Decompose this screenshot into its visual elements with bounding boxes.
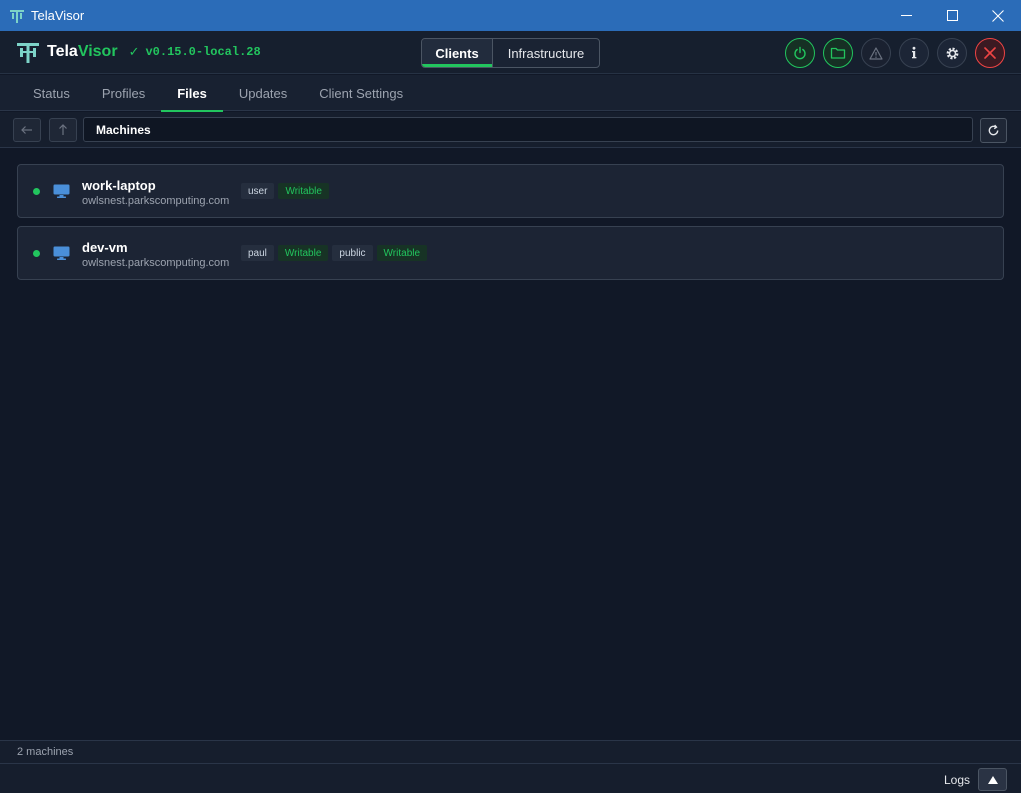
header-actions	[785, 38, 1005, 68]
share-name-tag: paul	[241, 245, 274, 261]
logs-label[interactable]: Logs	[944, 773, 970, 787]
mode-switch: Clients Infrastructure	[421, 38, 600, 68]
minimize-icon[interactable]	[883, 0, 929, 31]
maximize-icon[interactable]	[929, 0, 975, 31]
warning-icon	[869, 46, 883, 60]
status-check-icon: ✓	[128, 44, 140, 59]
warning-button[interactable]	[861, 38, 891, 68]
quit-button[interactable]	[975, 38, 1005, 68]
writable-badge: Writable	[277, 245, 329, 261]
machine-name: dev-vm	[82, 240, 128, 255]
brand: Tela Visor ✓ v0.15.0-local.28	[16, 40, 261, 64]
info-icon	[912, 46, 917, 59]
window-controls	[883, 0, 1021, 31]
mode-clients-button[interactable]: Clients	[422, 39, 493, 67]
tab-profiles[interactable]: Profiles	[86, 75, 161, 111]
folder-icon	[830, 47, 846, 59]
close-circle-icon	[984, 47, 996, 59]
share-name-tag: user	[241, 183, 275, 199]
up-button[interactable]	[49, 118, 77, 142]
share-name-tag: public	[332, 245, 373, 261]
share-tags: paul Writable public Writable	[241, 245, 428, 261]
machine-host: owlsnest.parkscomputing.com	[82, 195, 230, 207]
machine-card-work-laptop[interactable]: work-laptop owlsnest.parkscomputing.com …	[17, 164, 1004, 218]
app-header: Tela Visor ✓ v0.15.0-local.28 Clients Inf…	[0, 31, 1021, 74]
tab-files[interactable]: Files	[161, 75, 223, 112]
monitor-icon	[53, 184, 70, 199]
writable-badge: Writable	[278, 183, 329, 199]
tab-status[interactable]: Status	[17, 75, 86, 111]
info-button[interactable]	[899, 38, 929, 68]
triangle-up-icon	[987, 775, 998, 784]
logs-bar: Logs	[0, 763, 1021, 793]
brand-name-visor: Visor	[77, 43, 118, 60]
status-bar: 2 machines	[0, 740, 1021, 763]
machine-count: 2 machines	[17, 746, 74, 758]
window-titlebar: TelaVisor	[0, 0, 1021, 31]
arrow-up-icon	[59, 124, 67, 135]
power-icon	[794, 46, 806, 60]
gear-icon	[946, 47, 958, 59]
brand-name-tela: Tela	[47, 43, 78, 60]
arrow-left-icon	[21, 126, 32, 134]
path-input[interactable]	[83, 117, 973, 142]
close-icon[interactable]	[975, 0, 1021, 31]
machine-host: owlsnest.parkscomputing.com	[82, 257, 230, 269]
tab-client-settings[interactable]: Client Settings	[303, 75, 419, 111]
machine-name: work-laptop	[82, 178, 156, 193]
refresh-icon	[988, 124, 999, 136]
settings-button[interactable]	[937, 38, 967, 68]
brand-logo-icon	[16, 40, 40, 64]
online-status-dot	[33, 188, 40, 195]
online-status-dot	[33, 250, 40, 257]
telavisor-logo-icon	[9, 8, 25, 24]
mode-infrastructure-button[interactable]: Infrastructure	[493, 39, 599, 67]
back-button[interactable]	[13, 118, 41, 142]
power-button[interactable]	[785, 38, 815, 68]
writable-badge: Writable	[376, 245, 428, 261]
share-tags: user Writable	[241, 183, 329, 199]
main-tabs: Status Profiles Files Updates Client Set…	[0, 75, 1021, 112]
machine-list: work-laptop owlsnest.parkscomputing.com …	[17, 164, 1004, 288]
path-bar	[0, 112, 1021, 148]
window-title: TelaVisor	[31, 8, 85, 23]
version-label: v0.15.0-local.28	[145, 45, 261, 59]
tab-updates[interactable]: Updates	[223, 75, 303, 111]
refresh-button[interactable]	[980, 118, 1007, 143]
open-folder-button[interactable]	[823, 38, 853, 68]
machine-card-dev-vm[interactable]: dev-vm owlsnest.parkscomputing.com paul …	[17, 226, 1004, 280]
logs-toggle-button[interactable]	[978, 768, 1007, 791]
monitor-icon	[53, 246, 70, 261]
